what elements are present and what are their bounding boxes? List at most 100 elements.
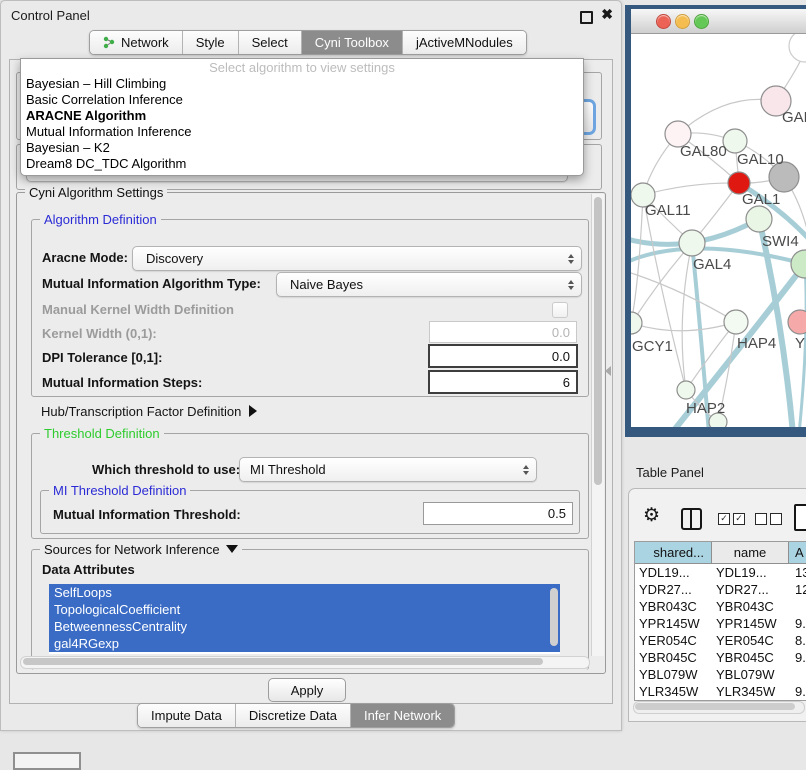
- cell: YER054C: [712, 632, 789, 649]
- mi-threshold-label: Mutual Information Threshold:: [53, 507, 241, 522]
- table-row[interactable]: YPR145W YPR145W 9.: [635, 615, 806, 632]
- algorithm-definition-group: Algorithm Definition Aracne Mode: Discov…: [31, 219, 589, 397]
- which-threshold-combobox[interactable]: MI Threshold: [239, 457, 537, 482]
- unchecked-boxes-icon[interactable]: [755, 513, 782, 525]
- manual-kernel-label: Manual Kernel Width Definition: [42, 302, 234, 317]
- splitpane-collapse-icon[interactable]: [605, 366, 611, 376]
- cell: YBR045C: [712, 649, 789, 666]
- cell: YDL19...: [712, 564, 789, 581]
- table-horizontal-scrollbar-thumb[interactable]: [635, 703, 795, 710]
- cell: [789, 666, 806, 683]
- table-row[interactable]: YDL19... YDL19... 13: [635, 564, 806, 581]
- dropdown-item-bayesian-k2[interactable]: Bayesian – K2: [21, 140, 583, 156]
- minimized-panel-icon[interactable]: [13, 752, 81, 770]
- tab-select[interactable]: Select: [239, 31, 302, 54]
- mi-steps-label: Mutual Information Steps:: [42, 375, 202, 390]
- dropdown-item-mutual-information[interactable]: Mutual Information Inference: [21, 124, 583, 140]
- mi-threshold-field[interactable]: 0.5: [423, 502, 573, 525]
- hub-definition-toggle[interactable]: Hub/Transcription Factor Definition: [41, 404, 257, 419]
- network-canvas[interactable]: GAL GAL80 GAL10 GAL1 GAL11 SWI4 GAL4 GCY…: [631, 34, 806, 427]
- aracne-mode-value: Discovery: [146, 251, 203, 266]
- dpi-tolerance-field[interactable]: 0.0: [428, 344, 578, 368]
- split-columns-icon[interactable]: [681, 508, 702, 530]
- tab-cyni-toolbox-label: Cyni Toolbox: [315, 35, 389, 50]
- sources-title[interactable]: Sources for Network Inference: [40, 542, 242, 557]
- table-header-row: shared... name A: [635, 542, 806, 564]
- node-hap4[interactable]: [724, 310, 748, 334]
- column-header-name[interactable]: name: [712, 542, 789, 563]
- dropdown-item-aracne[interactable]: ARACNE Algorithm: [21, 108, 583, 124]
- tab-impute-data[interactable]: Impute Data: [138, 704, 236, 727]
- network-graph[interactable]: GAL GAL80 GAL10 GAL1 GAL11 SWI4 GAL4 GCY…: [631, 34, 806, 427]
- kernel-width-field[interactable]: 0.0: [429, 321, 577, 343]
- control-panel-tabbar: Network Style Select Cyni Toolbox jActiv…: [89, 30, 527, 55]
- table-horizontal-scrollbar[interactable]: [633, 701, 805, 714]
- tab-cyni-toolbox[interactable]: Cyni Toolbox: [302, 31, 403, 54]
- attribute-gal4rgexp[interactable]: gal4RGexp: [49, 635, 560, 652]
- settings-vertical-scrollbar[interactable]: [591, 194, 604, 656]
- column-header-clipped[interactable]: A: [789, 542, 806, 563]
- table-row[interactable]: YBR045C YBR045C 9.: [635, 649, 806, 666]
- cell: YER054C: [635, 632, 712, 649]
- cell: 9.: [789, 683, 806, 700]
- node-label: GAL4: [693, 256, 731, 273]
- table-row[interactable]: YER054C YER054C 8.: [635, 632, 806, 649]
- table-row[interactable]: YLR345W YLR345W 9.: [635, 683, 806, 700]
- mi-threshold-group: MI Threshold Definition Mutual Informati…: [40, 490, 580, 534]
- node-gcy1[interactable]: [631, 312, 642, 334]
- node-gal4[interactable]: [679, 230, 705, 256]
- node-label: SWI4: [762, 233, 799, 250]
- attribute-selfloops[interactable]: SelfLoops: [49, 584, 560, 601]
- minimize-traffic-light-icon[interactable]: [675, 14, 690, 29]
- checked-boxes-icon[interactable]: ✓✓: [718, 513, 745, 525]
- cell: YDR27...: [635, 581, 712, 598]
- cell: 8.: [789, 632, 806, 649]
- mi-steps-field[interactable]: 6: [428, 370, 578, 394]
- float-window-icon[interactable]: [580, 11, 593, 24]
- mi-algorithm-type-value: Naive Bayes: [290, 277, 363, 292]
- close-icon[interactable]: ✖: [601, 6, 613, 23]
- tab-jactivemnodules[interactable]: jActiveMNodules: [403, 31, 526, 54]
- threshold-definition-group: Threshold Definition Which threshold to …: [31, 433, 589, 539]
- attribute-list-scrollbar-thumb[interactable]: [550, 588, 558, 646]
- aracne-mode-combobox[interactable]: Discovery: [132, 246, 582, 271]
- mi-algorithm-type-combobox[interactable]: Naive Bayes: [276, 272, 582, 297]
- node-swi4[interactable]: [746, 206, 772, 232]
- network-window-titlebar[interactable]: [631, 9, 806, 34]
- attribute-betweennesscentrality[interactable]: BetweennessCentrality: [49, 618, 560, 635]
- dropdown-item-dream8[interactable]: Dream8 DC_TDC Algorithm: [21, 156, 583, 172]
- node-hap2[interactable]: [677, 381, 695, 399]
- settings-vertical-scrollbar-thumb[interactable]: [594, 197, 602, 485]
- dropdown-item-basic-correlation[interactable]: Basic Correlation Inference: [21, 92, 583, 108]
- table-row[interactable]: YBR043C YBR043C: [635, 598, 806, 615]
- node-red-right[interactable]: [788, 310, 806, 334]
- dropdown-item-bayesian-hill-climbing[interactable]: Bayesian – Hill Climbing: [21, 76, 583, 92]
- manual-kernel-checkbox[interactable]: [552, 302, 568, 318]
- zoom-traffic-light-icon[interactable]: [694, 14, 709, 29]
- node-big-green[interactable]: [791, 250, 806, 278]
- attribute-topologicalcoefficient[interactable]: TopologicalCoefficient: [49, 601, 560, 618]
- node-label: HAP4: [737, 335, 776, 352]
- tab-infer-network[interactable]: Infer Network: [351, 704, 454, 727]
- node-label: GAL: [782, 109, 806, 126]
- tab-network[interactable]: Network: [90, 31, 183, 54]
- table-row[interactable]: YBL079W YBL079W: [635, 666, 806, 683]
- cell: YLR345W: [635, 683, 712, 700]
- node-label: GAL10: [737, 151, 784, 168]
- cell: YPR145W: [712, 615, 789, 632]
- tab-discretize-data[interactable]: Discretize Data: [236, 704, 351, 727]
- collapse-down-icon: [226, 545, 238, 553]
- which-threshold-value: MI Threshold: [250, 462, 326, 477]
- cell: YBL079W: [712, 666, 789, 683]
- close-traffic-light-icon[interactable]: [656, 14, 671, 29]
- tab-style[interactable]: Style: [183, 31, 239, 54]
- column-header-shared[interactable]: shared...: [635, 542, 712, 563]
- gear-icon[interactable]: ⚙: [643, 506, 660, 525]
- table-row[interactable]: YDR27... YDR27... 12: [635, 581, 806, 598]
- data-attributes-list[interactable]: SelfLoops TopologicalCoefficient Between…: [49, 584, 560, 654]
- settings-horizontal-scrollbar[interactable]: [20, 656, 590, 669]
- document-icon[interactable]: [794, 504, 806, 531]
- apply-button[interactable]: Apply: [268, 678, 346, 702]
- settings-horizontal-scrollbar-thumb[interactable]: [23, 658, 543, 665]
- sources-title-label: Sources for Network Inference: [44, 542, 220, 557]
